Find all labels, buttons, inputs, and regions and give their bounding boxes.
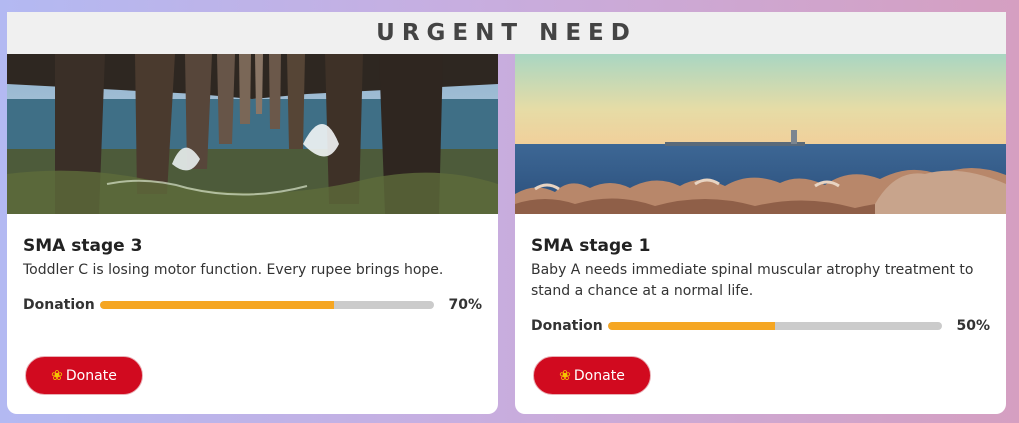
progress-percent: 70% xyxy=(448,297,482,313)
hands-icon: ❀ xyxy=(559,367,571,384)
card-title: SMA stage 1 xyxy=(531,236,651,256)
donation-progress: Donation 70% xyxy=(23,297,482,313)
campaign-card: SMA stage 3 Toddler C is losing motor fu… xyxy=(7,54,498,414)
card-description: Baby A needs immediate spinal muscular a… xyxy=(531,262,974,299)
progress-track xyxy=(608,322,943,330)
progress-fill xyxy=(608,322,776,330)
page-title: URGENT NEED xyxy=(376,20,637,46)
progress-label: Donation xyxy=(23,297,95,313)
progress-fill xyxy=(100,301,335,309)
card-description: Toddler C is losing motor function. Ever… xyxy=(23,262,444,278)
donate-label: Donate xyxy=(65,367,117,384)
donate-button[interactable]: ❀ Donate xyxy=(533,356,651,395)
donate-button[interactable]: ❀ Donate xyxy=(25,356,143,395)
hands-icon: ❀ xyxy=(51,367,63,384)
progress-track xyxy=(100,301,435,309)
progress-percent: 50% xyxy=(956,318,990,334)
card-title: SMA stage 3 xyxy=(23,236,143,256)
donate-label: Donate xyxy=(573,367,625,384)
progress-label: Donation xyxy=(531,318,603,334)
urgent-need-banner: URGENT NEED xyxy=(7,12,1006,54)
seashore-photo xyxy=(515,54,1006,214)
donation-progress: Donation 50% xyxy=(531,318,990,334)
pier-photo xyxy=(7,54,498,214)
campaign-card: SMA stage 1 Baby A needs immediate spina… xyxy=(515,54,1006,414)
